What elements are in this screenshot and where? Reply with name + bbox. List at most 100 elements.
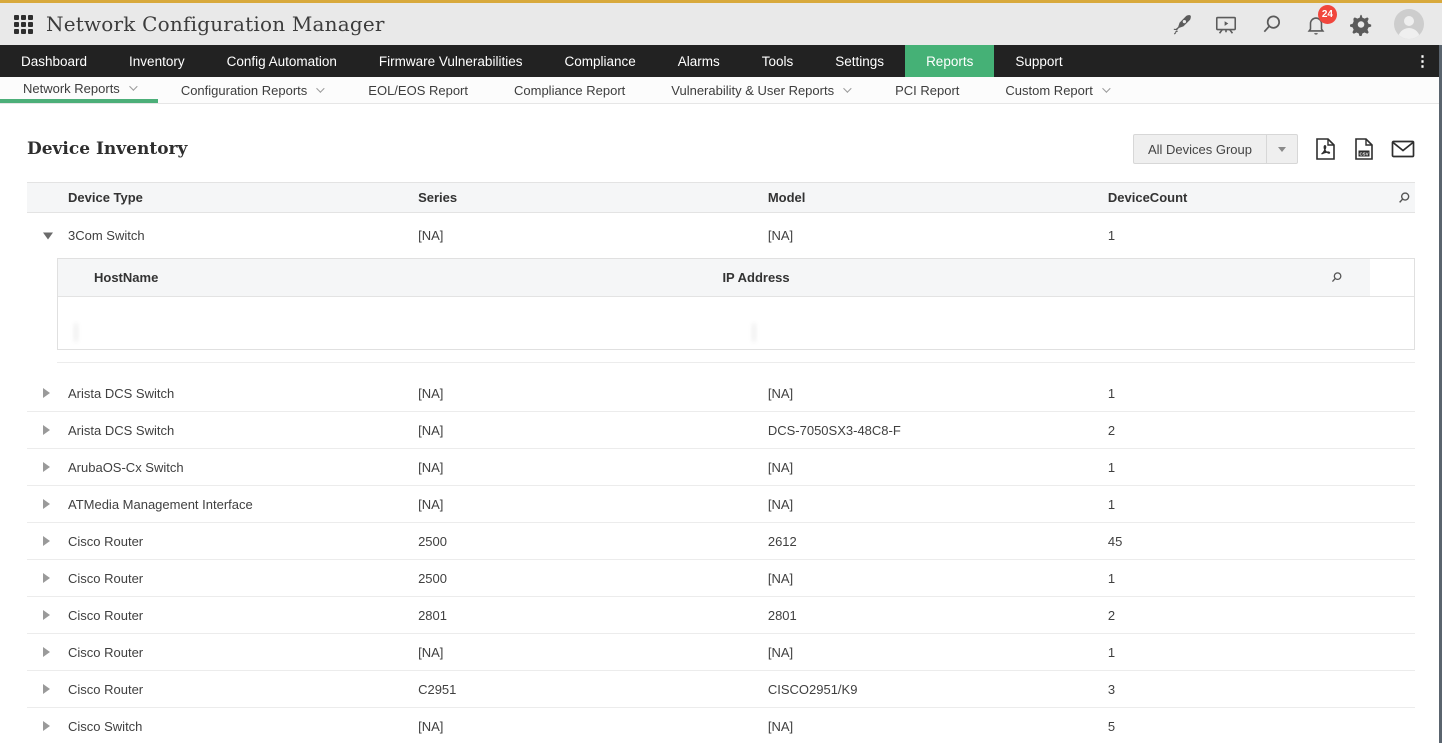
presentation-icon[interactable]: [1214, 12, 1238, 36]
pdf-export-icon[interactable]: [1313, 137, 1337, 161]
nav-item-support[interactable]: Support: [994, 45, 1083, 77]
nested-search-icon[interactable]: [1330, 259, 1370, 296]
table-row[interactable]: Cisco Router C2951 CISCO2951/K9 3: [27, 671, 1415, 708]
col-device-type: Device Type: [68, 190, 143, 205]
expand-row-icon[interactable]: [43, 462, 50, 472]
nav-item-alarms[interactable]: Alarms: [657, 45, 741, 77]
expand-row-icon[interactable]: [43, 647, 50, 657]
csv-export-icon[interactable]: CSV: [1352, 137, 1376, 161]
table-search-icon[interactable]: [1385, 191, 1415, 205]
subnav-tab-network-reports[interactable]: Network Reports: [0, 77, 158, 103]
cell-model: [NA]: [767, 570, 794, 586]
cell-device-count: 1: [1107, 385, 1116, 401]
cell-device-count: 45: [1107, 533, 1123, 549]
cell-device-count: 1: [1107, 570, 1116, 586]
expand-row-icon[interactable]: [43, 425, 50, 435]
nav-item-compliance[interactable]: Compliance: [543, 45, 656, 77]
cell-series: [NA]: [418, 459, 444, 475]
cell-series: [NA]: [418, 422, 444, 438]
page-controls: All Devices Group CSV: [1132, 134, 1415, 164]
nav-item-tools[interactable]: Tools: [741, 45, 815, 77]
table-row[interactable]: Cisco Router 2500 2612 45: [27, 523, 1415, 560]
cell-device-count: 2: [1107, 422, 1116, 438]
nav-item-reports[interactable]: Reports: [905, 45, 995, 77]
cell-device-count: 2: [1107, 607, 1116, 623]
app-title: Network Configuration Manager: [46, 12, 385, 36]
notification-badge: 24: [1317, 5, 1337, 24]
expand-row-icon[interactable]: [43, 573, 50, 583]
table-row[interactable]: ATMedia Management Interface [NA] [NA] 1: [27, 486, 1415, 523]
table-row[interactable]: Arista DCS Switch [NA] DCS-7050SX3-48C8-F 2: [27, 412, 1415, 449]
cell-device-type: Cisco Router: [68, 644, 144, 660]
table-row[interactable]: Cisco Router [NA] [NA] 1: [27, 634, 1415, 671]
nav-item-dashboard[interactable]: Dashboard: [0, 45, 108, 77]
table-row[interactable]: Cisco Router 2500 [NA] 1: [27, 560, 1415, 597]
cell-device-type: Cisco Router: [68, 570, 144, 586]
cell-device-count: 1: [1107, 459, 1116, 475]
subnav-tab-label: Compliance Report: [514, 82, 626, 98]
cell-model: [NA]: [767, 228, 794, 243]
email-export-icon[interactable]: [1391, 137, 1415, 161]
collapse-row-icon[interactable]: [43, 232, 53, 239]
cell-series: 2500: [418, 570, 447, 586]
apps-grid-icon[interactable]: [14, 14, 33, 34]
cell-device-type: Cisco Router: [68, 533, 144, 549]
expand-row-icon[interactable]: [43, 388, 50, 398]
subnav-tab-eol-eos-report[interactable]: EOL/EOS Report: [345, 77, 491, 103]
cell-model: [NA]: [767, 385, 794, 401]
rocket-icon[interactable]: [1169, 12, 1193, 36]
nested-table-row[interactable]: [58, 297, 1414, 349]
cell-device-type: Cisco Switch: [68, 718, 143, 734]
table-header: Device Type Series Model DeviceCount: [27, 182, 1415, 213]
nested-host-table: HostName IP Address: [57, 258, 1415, 350]
cell-series: [NA]: [418, 496, 444, 512]
nav-item-settings[interactable]: Settings: [814, 45, 905, 77]
search-icon[interactable]: [1259, 12, 1283, 36]
reports-subnav: Network Reports Configuration Reports EOL/…: [0, 77, 1442, 104]
cell-device-type: ATMedia Management Interface: [68, 496, 253, 512]
cell-device-count: 1: [1107, 496, 1116, 512]
device-inventory-table: Device Type Series Model DeviceCount 3Co…: [27, 182, 1415, 743]
nav-item-firmware-vulnerabilities[interactable]: Firmware Vulnerabilities: [358, 45, 544, 77]
col-series: Series: [418, 190, 458, 205]
expand-row-icon[interactable]: [43, 684, 50, 694]
subnav-tab-compliance-report[interactable]: Compliance Report: [491, 77, 648, 103]
cell-series: [NA]: [418, 644, 444, 660]
nav-overflow-menu-icon[interactable]: ⋮: [1403, 45, 1442, 77]
cell-model: [NA]: [767, 644, 794, 660]
subnav-tab-vulnerability-user-reports[interactable]: Vulnerability & User Reports: [648, 77, 872, 103]
subnav-tab-pci-report[interactable]: PCI Report: [872, 77, 982, 103]
main-nav: Dashboard Inventory Config Automation Firmw…: [0, 45, 1442, 77]
expand-row-icon[interactable]: [43, 536, 50, 546]
cell-model: CISCO2951/K9: [767, 681, 858, 697]
chevron-down-icon: [316, 84, 325, 93]
cell-series: 2500: [418, 533, 447, 549]
table-row[interactable]: Cisco Switch [NA] [NA] 5: [27, 708, 1415, 743]
table-row[interactable]: Cisco Router 2801 2801 2: [27, 597, 1415, 634]
table-row[interactable]: ArubaOS-Cx Switch [NA] [NA] 1: [27, 449, 1415, 486]
subnav-tab-configuration-reports[interactable]: Configuration Reports: [158, 77, 345, 103]
expand-row-icon[interactable]: [43, 610, 50, 620]
col-device-count: DeviceCount: [1107, 190, 1188, 205]
subnav-tab-custom-report[interactable]: Custom Report: [982, 77, 1130, 103]
col-ip-address: IP Address: [722, 259, 1330, 296]
table-row[interactable]: Arista DCS Switch [NA] [NA] 1: [27, 375, 1415, 412]
avatar[interactable]: [1394, 9, 1424, 39]
subnav-tab-label: Custom Report: [1005, 82, 1093, 98]
gear-icon[interactable]: [1349, 12, 1373, 36]
nav-item-inventory[interactable]: Inventory: [108, 45, 206, 77]
table-row[interactable]: 3Com Switch [NA] [NA] 1: [27, 213, 1415, 258]
nav-item-config-automation[interactable]: Config Automation: [206, 45, 358, 77]
subnav-tab-label: Network Reports: [23, 80, 120, 96]
subnav-tab-label: Vulnerability & User Reports: [671, 82, 835, 98]
expand-row-icon[interactable]: [43, 499, 50, 509]
cell-model: [NA]: [767, 459, 794, 475]
cell-model: DCS-7050SX3-48C8-F: [767, 422, 901, 438]
bell-icon[interactable]: 24: [1304, 5, 1337, 36]
topbar-actions: 24: [1169, 5, 1424, 39]
expand-row-icon[interactable]: [43, 721, 50, 731]
cell-model: [NA]: [767, 718, 794, 734]
device-group-select[interactable]: All Devices Group: [1132, 134, 1298, 164]
subnav-tab-label: PCI Report: [895, 82, 960, 98]
chevron-down-icon[interactable]: [1266, 135, 1297, 163]
